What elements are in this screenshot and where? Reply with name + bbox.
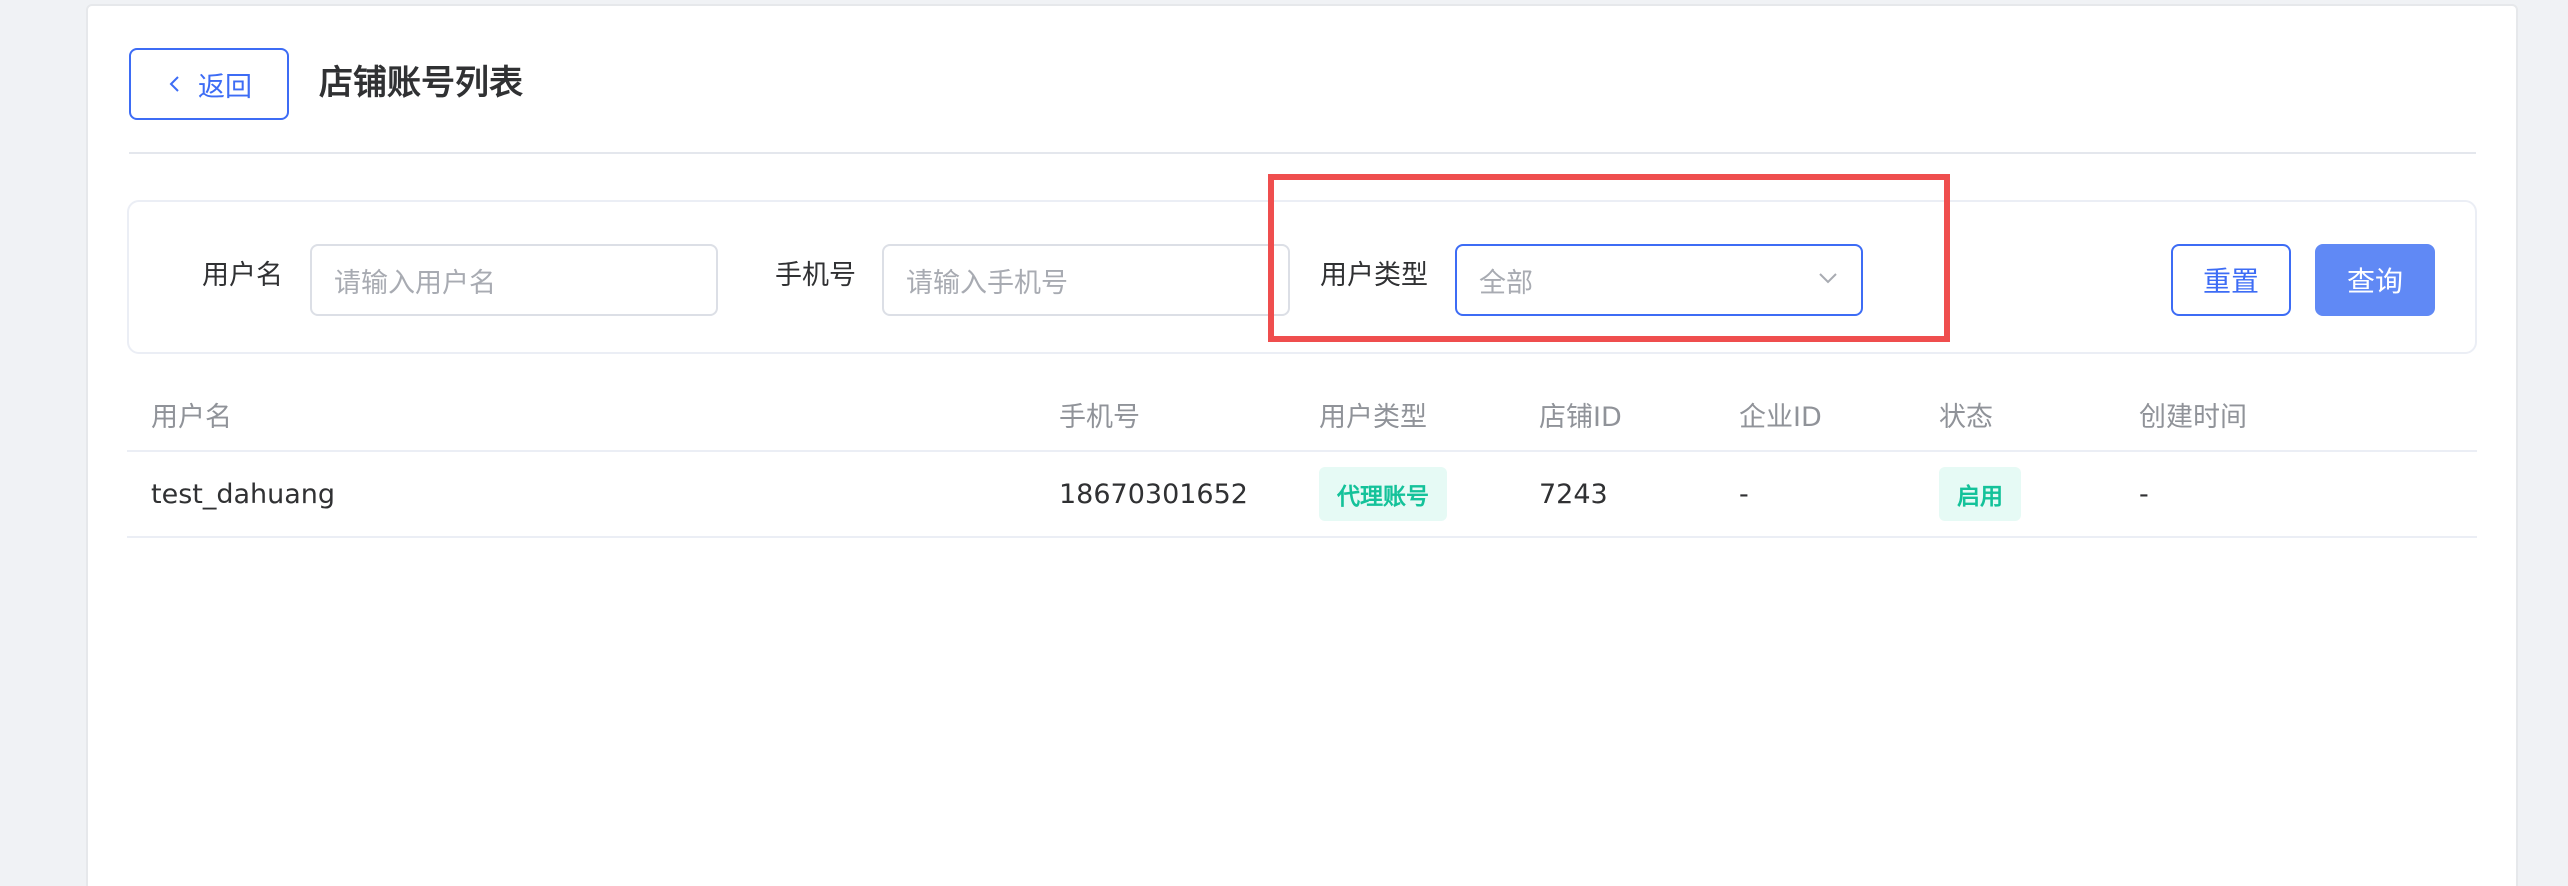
- chevron-down-icon: [1817, 265, 1839, 296]
- col-company-id: 企业ID: [1739, 401, 1822, 433]
- table-header: 用户名 手机号 用户类型 店铺ID 企业ID 状态 创建时间: [127, 378, 2477, 452]
- page-header: 返回 店铺账号列表: [129, 48, 2476, 154]
- cell-user-type: 代理账号: [1319, 452, 1447, 536]
- account-table: 用户名 手机号 用户类型 店铺ID 企业ID 状态 创建时间 test_dahu…: [127, 378, 2477, 538]
- reset-button[interactable]: 重置: [2171, 244, 2291, 316]
- username-placeholder: 请输入用户名: [334, 267, 496, 299]
- col-username: 用户名: [151, 401, 232, 433]
- back-button-label: 返回: [198, 71, 252, 103]
- phone-input[interactable]: 请输入手机号: [882, 244, 1290, 316]
- filter-panel: 用户名 请输入用户名 手机号 请输入手机号 用户类型 全部 重置 查询: [127, 200, 2477, 354]
- phone-placeholder: 请输入手机号: [906, 267, 1068, 299]
- col-user-type: 用户类型: [1319, 401, 1427, 433]
- cell-username: test_dahuang: [151, 478, 336, 510]
- user-type-select[interactable]: 全部: [1455, 244, 1863, 316]
- table-row[interactable]: test_dahuang 18670301652 代理账号 7243 - 启用 …: [127, 452, 2477, 538]
- phone-label: 手机号: [775, 260, 856, 291]
- username-label: 用户名: [202, 260, 283, 291]
- cell-phone: 18670301652: [1059, 478, 1248, 510]
- username-input[interactable]: 请输入用户名: [310, 244, 718, 316]
- col-status: 状态: [1939, 401, 1993, 433]
- col-shop-id: 店铺ID: [1539, 401, 1622, 433]
- col-created-at: 创建时间: [2139, 401, 2247, 433]
- user-type-tag: 代理账号: [1319, 467, 1447, 521]
- cell-created-at: -: [2139, 478, 2149, 510]
- cell-shop-id: 7243: [1539, 478, 1608, 510]
- query-button[interactable]: 查询: [2315, 244, 2435, 316]
- chevron-left-icon: [166, 69, 184, 100]
- user-type-label: 用户类型: [1320, 260, 1428, 291]
- status-tag: 启用: [1939, 467, 2021, 521]
- cell-company-id: -: [1739, 478, 1749, 510]
- cell-status: 启用: [1939, 452, 2021, 536]
- user-type-value: 全部: [1479, 267, 1533, 299]
- back-button[interactable]: 返回: [129, 48, 289, 120]
- col-phone: 手机号: [1059, 401, 1140, 433]
- page-title: 店铺账号列表: [319, 63, 523, 103]
